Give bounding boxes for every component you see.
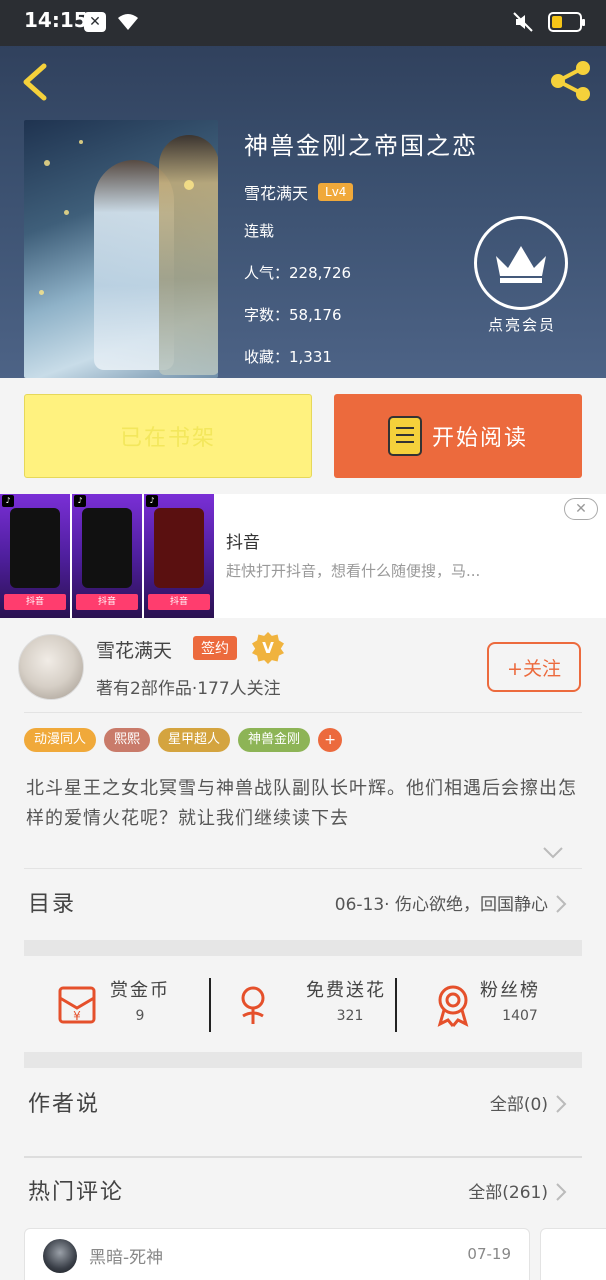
word-count: 字数：58,176 — [244, 306, 342, 324]
fan-ranking-button[interactable]: 粉丝榜 1407 — [396, 958, 582, 1050]
popularity: 人气：228,726 — [244, 264, 352, 282]
ad-image: ♪ 抖音 — [72, 494, 142, 618]
vip-label: 点亮会员 — [487, 316, 556, 334]
commenter-avatar[interactable] — [43, 1239, 77, 1273]
book-title: 神兽金刚之帝国之恋 — [244, 132, 478, 160]
author-section: 雪花满天 签约 V 著有2部作品·177人关注 +关注 动漫同人 熙熙 星甲超人… — [0, 618, 606, 872]
synopsis: 北斗星王之女北冥雪与神兽战队副队长叶辉。他们相遇后会擦出怎样的爱情火花呢？就让我… — [26, 778, 577, 829]
crown-icon — [496, 246, 546, 283]
svg-text:¥: ¥ — [73, 1009, 81, 1023]
ad-title: 抖音 — [226, 533, 260, 553]
latest-chapter: 06-13· 伤心欲绝，回国静心 — [334, 895, 548, 915]
chevron-right-icon — [556, 895, 567, 913]
follow-button[interactable]: +关注 — [487, 642, 581, 692]
author-says-all: 全部(0) — [489, 1095, 548, 1115]
red-envelope-icon: ¥ — [58, 986, 96, 1024]
share-button[interactable] — [548, 58, 594, 104]
ad-image: ♪ 抖音 — [0, 494, 70, 618]
author-stats: 著有2部作品·177人关注 — [96, 679, 281, 699]
level-badge: Lv4 — [318, 183, 354, 201]
ad-close-button[interactable]: ✕ — [564, 498, 598, 520]
signed-badge: 签约 — [193, 636, 237, 660]
free-flower-button[interactable]: 免费送花 321 — [210, 958, 396, 1050]
back-button[interactable] — [18, 62, 52, 102]
hot-comments-title: 热门评论 — [28, 1180, 125, 1205]
chevron-right-icon — [556, 1183, 567, 1201]
serial-status: 连载 — [244, 222, 275, 240]
author-says-row[interactable]: 作者说 全部(0) — [24, 1068, 582, 1138]
medal-icon — [437, 985, 469, 1027]
tag-chip[interactable]: 熙熙 — [104, 728, 151, 752]
notification-icon: ✕ — [84, 12, 106, 32]
tag-list: 动漫同人 熙熙 星甲超人 神兽金刚 + — [24, 728, 343, 752]
ad-banner[interactable]: ♪ 抖音 ♪ 抖音 ♪ 抖音 抖音 赶快打开抖音，想看什么随便搜，马... ✕ — [0, 494, 606, 618]
chevron-down-icon[interactable] — [540, 842, 566, 864]
author-says-title: 作者说 — [28, 1092, 101, 1117]
coin-reward-button[interactable]: ¥ 赏金币 9 — [24, 958, 210, 1050]
collections-count: 收藏：1,331 — [244, 348, 332, 366]
catalog-row[interactable]: 目录 06-13· 伤心欲绝，回国静心 — [24, 868, 582, 938]
status-bar: 14:15 ✕ — [0, 0, 606, 46]
author-avatar[interactable] — [18, 634, 84, 700]
author-name[interactable]: 雪花满天 — [96, 636, 172, 663]
battery-icon — [548, 12, 585, 32]
hot-comments-all: 全部(261) — [468, 1183, 548, 1203]
chevron-right-icon — [556, 1095, 567, 1113]
hot-comments-row[interactable]: 热门评论 全部(261) — [24, 1156, 582, 1226]
commenter-name[interactable]: 黑暗-死神 — [89, 1243, 163, 1268]
mute-icon — [513, 12, 533, 32]
verified-badge: V — [252, 632, 284, 664]
vip-button[interactable]: 点亮会员 — [474, 216, 570, 342]
comment-card[interactable]: 黑暗-死神 07-19 — [24, 1228, 530, 1280]
author-name[interactable]: 雪花满天 — [244, 180, 308, 204]
status-time: 14:15 — [24, 8, 88, 32]
book-icon — [387, 416, 422, 456]
comment-card[interactable] — [540, 1228, 606, 1280]
tag-chip[interactable]: 动漫同人 — [24, 728, 97, 752]
reward-bar: ¥ 赏金币 9 免费送花 321 粉丝榜 1407 — [24, 958, 582, 1050]
tag-chip[interactable]: 星甲超人 — [158, 728, 231, 752]
ad-description: 赶快打开抖音，想看什么随便搜，马... — [226, 562, 481, 580]
flower-icon — [241, 986, 265, 1024]
in-bookshelf-button[interactable]: 已在书架 — [24, 394, 312, 478]
add-tag-button[interactable]: + — [318, 728, 343, 752]
book-cover[interactable] — [24, 120, 218, 378]
comment-date: 07-19 — [467, 1245, 511, 1263]
start-reading-button[interactable]: 开始阅读 — [334, 394, 582, 478]
tag-chip[interactable]: 神兽金刚 — [238, 728, 311, 752]
book-header: 14:15 ✕ 神兽金刚之帝国之恋 雪花满天 Lv4 连载 人气：228,726… — [0, 0, 606, 378]
wifi-icon — [118, 14, 138, 30]
ad-image: ♪ 抖音 — [144, 494, 214, 618]
catalog-title: 目录 — [28, 892, 77, 917]
